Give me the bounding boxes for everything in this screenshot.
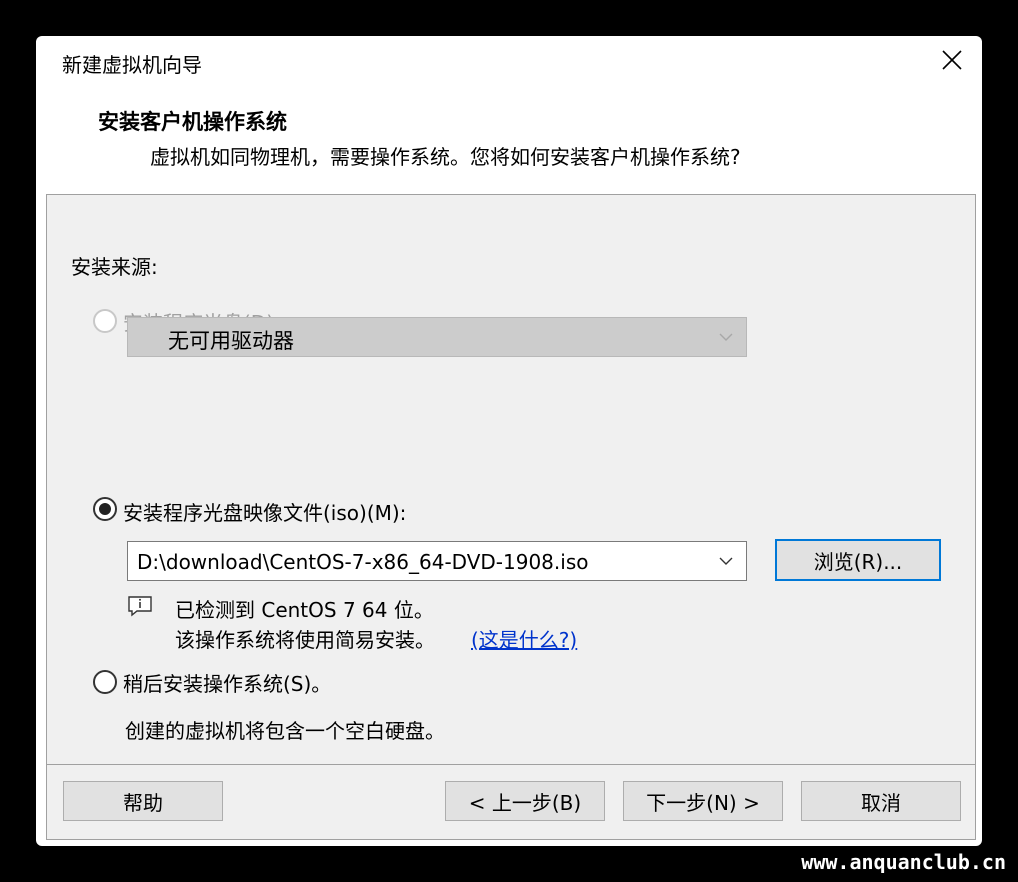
iso-path-value: D:\download\CentOS-7-x86_64-DVD-1908.iso [137, 550, 589, 574]
iso-path-combobox[interactable]: D:\download\CentOS-7-x86_64-DVD-1908.iso [127, 541, 747, 581]
close-button[interactable] [936, 44, 968, 76]
back-button[interactable]: < 上一步(B) [445, 781, 605, 821]
watermark-text: www.anquanclub.cn [801, 850, 1006, 874]
radio-disc-drive[interactable] [93, 309, 117, 333]
option-install-later-label: 稍后安装操作系统(S)。 [123, 672, 332, 696]
next-button[interactable]: 下一步(N) > [623, 781, 783, 821]
easy-install-text: 该操作系统将使用简易安装。 [175, 628, 435, 652]
option-iso-image-label: 安装程序光盘映像文件(iso)(M): [123, 501, 407, 525]
chevron-down-icon [719, 557, 733, 565]
close-icon [942, 50, 962, 70]
help-button[interactable]: 帮助 [63, 781, 223, 821]
what-is-this-link[interactable]: (这是什么?) [471, 624, 577, 653]
info-icon [128, 596, 152, 617]
browse-button-label: 浏览(R)... [813, 549, 903, 574]
wizard-header: 安装客户机操作系统 虚拟机如同物理机，需要操作系统。您将如何安装客户机操作系统? [46, 84, 974, 194]
install-later-description: 创建的虚拟机将包含一个空白硬盘。 [125, 719, 445, 743]
radio-iso-image[interactable] [93, 497, 117, 521]
wizard-window: 新建虚拟机向导 安装客户机操作系统 虚拟机如同物理机，需要操作系统。您将如何安装… [36, 36, 982, 846]
title-bar: 新建虚拟机向导 [36, 36, 982, 84]
chevron-down-icon [719, 333, 733, 341]
radio-install-later[interactable] [93, 670, 117, 694]
os-detected-text: 已检测到 CentOS 7 64 位。 [175, 598, 434, 622]
back-button-label: < 上一步(B) [468, 790, 582, 815]
disc-drive-select[interactable]: 无可用驱动器 [127, 317, 747, 357]
cancel-button[interactable]: 取消 [801, 781, 961, 821]
browse-button[interactable]: 浏览(R)... [775, 539, 941, 581]
page-subtitle: 虚拟机如同物理机，需要操作系统。您将如何安装客户机操作系统? [150, 145, 741, 169]
cancel-button-label: 取消 [861, 790, 901, 815]
footer-divider [47, 764, 975, 765]
install-source-label: 安装来源: [71, 255, 158, 279]
page-heading: 安装客户机操作系统 [98, 110, 287, 134]
window-title: 新建虚拟机向导 [62, 53, 202, 77]
next-button-label: 下一步(N) > [646, 790, 760, 815]
wizard-content: 安装来源: 安装程序光盘(D): 无可用驱动器 安装程序光盘映像文件(iso)(… [46, 194, 976, 840]
disc-drive-value: 无可用驱动器 [168, 329, 294, 353]
help-button-label: 帮助 [123, 790, 163, 815]
